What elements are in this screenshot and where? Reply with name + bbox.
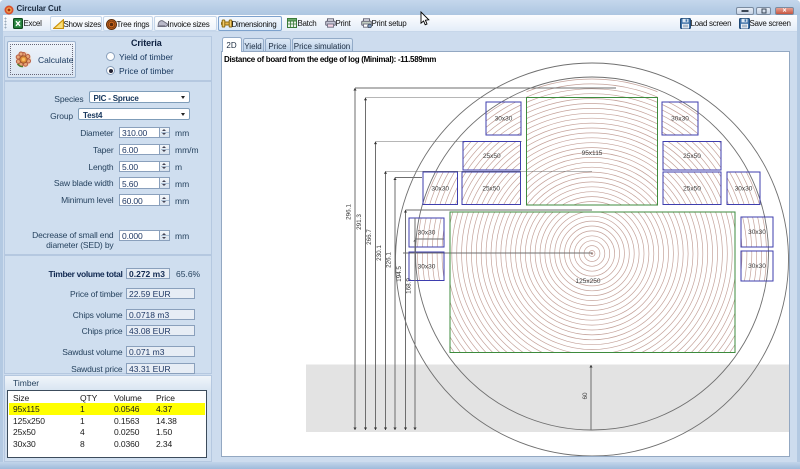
svg-text:30x30: 30x30: [418, 263, 436, 270]
svg-text:291.3: 291.3: [356, 214, 363, 230]
svg-text:30x30: 30x30: [431, 185, 449, 192]
svg-text:60: 60: [582, 392, 589, 400]
svg-text:30x30: 30x30: [735, 185, 753, 192]
svg-text:25x50: 25x50: [482, 185, 500, 192]
svg-text:296.1: 296.1: [346, 204, 353, 220]
svg-text:230.1: 230.1: [376, 245, 383, 261]
svg-text:194.5: 194.5: [396, 266, 403, 282]
svg-text:25x50: 25x50: [683, 185, 701, 192]
svg-text:25x50: 25x50: [683, 153, 701, 160]
svg-text:30x30: 30x30: [671, 116, 689, 123]
svg-text:226.1: 226.1: [386, 252, 393, 268]
svg-text:30x30: 30x30: [495, 116, 513, 123]
svg-text:30x30: 30x30: [748, 229, 766, 236]
svg-text:25x50: 25x50: [483, 153, 501, 160]
svg-text:30x30: 30x30: [418, 230, 436, 237]
svg-text:30x30: 30x30: [748, 263, 766, 270]
svg-text:Distance of board from the edg: Distance of board from the edge of log (…: [224, 55, 436, 64]
svg-text:125x250: 125x250: [576, 278, 601, 285]
svg-text:266.7: 266.7: [366, 229, 373, 245]
svg-text:95x115: 95x115: [582, 150, 603, 157]
